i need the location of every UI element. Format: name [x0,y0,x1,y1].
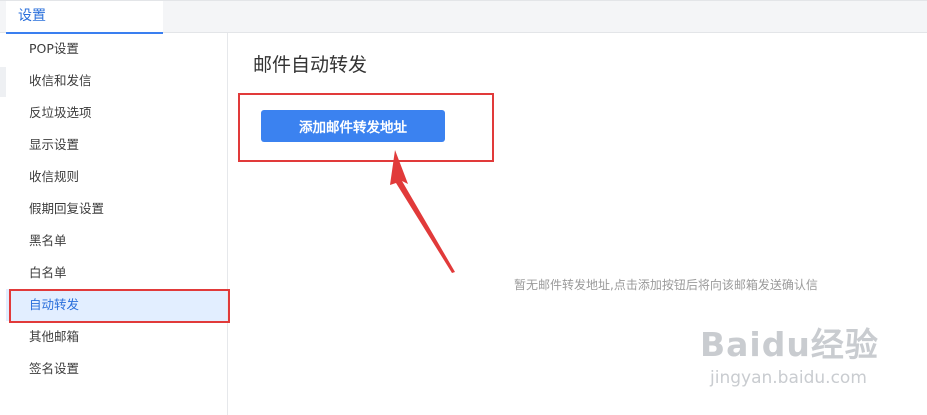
sidebar-item-whitelist[interactable]: 白名单 [6,257,227,289]
watermark-url: jingyan.baidu.com [710,368,867,388]
tab-settings[interactable]: 设置 [6,1,163,34]
settings-menu: POP设置 收信和发信 反垃圾选项 显示设置 收信规则 假期回复设置 黑名单 白… [6,33,227,385]
sidebar-item-send-receive[interactable]: 收信和发信 [6,65,227,97]
sidebar-item-signature[interactable]: 签名设置 [6,353,227,385]
empty-state-message: 暂无邮件转发地址,点击添加按钮后将向该邮箱发送确认信 [514,278,818,292]
sidebar-item-vacation-reply[interactable]: 假期回复设置 [6,193,227,225]
sidebar-item-pop[interactable]: POP设置 [6,33,227,65]
watermark-logo: Baidu经验 [700,325,879,364]
sidebar-item-blacklist[interactable]: 黑名单 [6,225,227,257]
settings-sidebar: POP设置 收信和发信 反垃圾选项 显示设置 收信规则 假期回复设置 黑名单 白… [6,33,228,415]
watermark: Baidu经验 jingyan.baidu.com [700,318,879,388]
sidebar-item-receive-rules[interactable]: 收信规则 [6,161,227,193]
sidebar-item-antispam[interactable]: 反垃圾选项 [6,97,227,129]
sidebar-item-display[interactable]: 显示设置 [6,129,227,161]
tab-bar: 设置 [0,0,927,34]
page-title: 邮件自动转发 [253,54,368,76]
annotation-arrow-icon [390,150,455,273]
sidebar-item-other-mailbox[interactable]: 其他邮箱 [6,321,227,353]
sidebar-highlight-box [9,289,230,323]
